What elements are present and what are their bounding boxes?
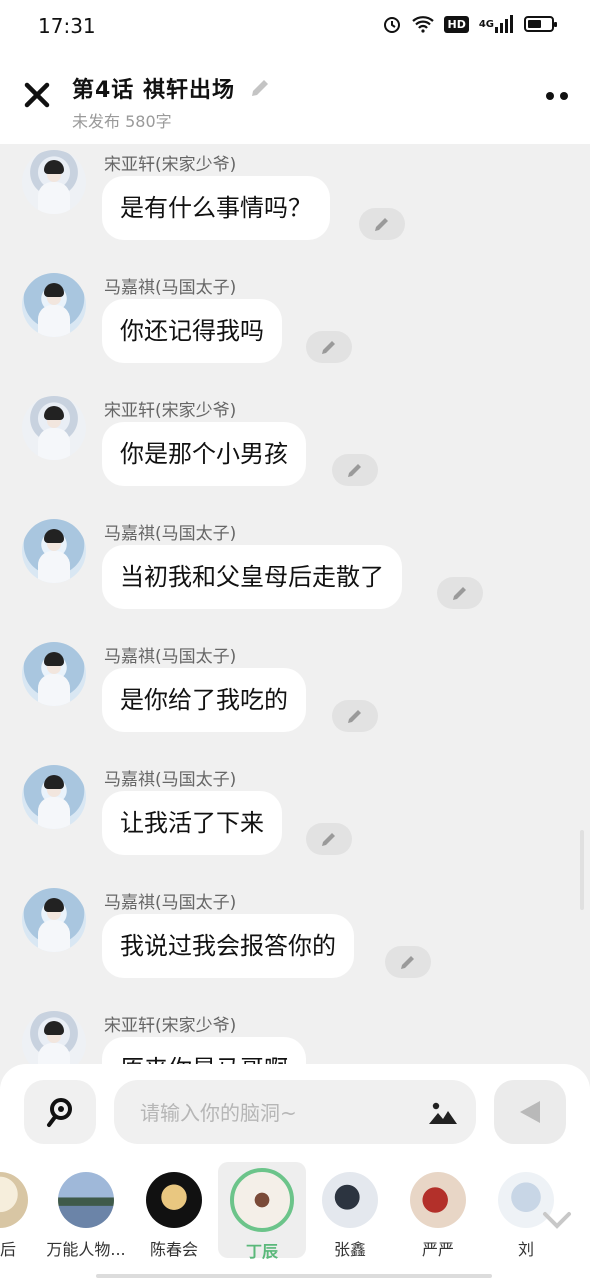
speaker-name: 马嘉祺(马国太子) xyxy=(104,893,237,913)
chat-message: 马嘉祺(马国太子) 让我活了下来 xyxy=(0,759,590,879)
chat-message: 马嘉祺(马国太子) 你还记得我吗 xyxy=(0,267,590,387)
role-name: 万能人物... xyxy=(46,1240,126,1259)
edit-message-button[interactable] xyxy=(359,208,405,240)
role-name: 皇后 xyxy=(0,1240,16,1259)
status-bar: 17:31 HD 4G xyxy=(0,0,590,52)
role-scrollbar[interactable] xyxy=(96,1274,492,1278)
role-name: 张鑫 xyxy=(333,1240,366,1259)
role-item[interactable]: 严严 xyxy=(394,1168,482,1260)
avatar[interactable] xyxy=(22,519,86,583)
chapter-status: 未发布 580字 xyxy=(72,112,172,131)
role-avatar xyxy=(58,1172,114,1228)
page-title: 第4话 祺轩出场 xyxy=(72,78,235,103)
message-bubble[interactable]: 当初我和父皇母后走散了 xyxy=(102,545,402,609)
alarm-icon xyxy=(382,14,402,34)
network-label: 4G xyxy=(478,18,494,30)
avatar[interactable] xyxy=(22,396,86,460)
role-item[interactable]: 张鑫 xyxy=(306,1168,394,1260)
role-avatar xyxy=(0,1172,28,1228)
message-input[interactable] xyxy=(138,1080,422,1146)
insert-image-button[interactable] xyxy=(428,1098,458,1126)
role-name: 陈春会 xyxy=(149,1240,198,1259)
speaker-name: 宋亚轩(宋家少爷) xyxy=(104,1016,237,1036)
avatar[interactable] xyxy=(22,273,86,337)
wifi-icon xyxy=(412,15,435,33)
image-icon xyxy=(429,1102,457,1124)
message-bubble[interactable]: 我说过我会报答你的 xyxy=(102,914,354,978)
battery-icon xyxy=(524,16,557,32)
pencil-icon xyxy=(375,218,388,231)
role-avatar xyxy=(410,1172,466,1228)
edit-message-button[interactable] xyxy=(306,331,352,363)
edit-message-button[interactable] xyxy=(332,700,378,732)
chevron-down-icon[interactable] xyxy=(542,1210,572,1230)
role-avatar xyxy=(322,1172,378,1228)
speaker-name: 马嘉祺(马国太子) xyxy=(104,770,237,790)
chat-list[interactable]: 宋亚轩(宋家少爷) 是有什么事情吗？ 马嘉祺(马国太子) 你还记得我吗 宋亚轩(… xyxy=(0,144,590,1064)
close-button[interactable] xyxy=(20,80,54,114)
speaker-name: 马嘉祺(马国太子) xyxy=(104,647,237,667)
voice-icon xyxy=(47,1098,72,1127)
message-bubble[interactable]: 是你给了我吃的 xyxy=(102,668,306,732)
pencil-icon xyxy=(348,464,361,477)
avatar[interactable] xyxy=(22,150,86,214)
avatar[interactable] xyxy=(22,765,86,829)
message-bubble[interactable]: 你是那个小男孩 xyxy=(102,422,306,486)
header: 第4话 祺轩出场 未发布 580字 xyxy=(0,52,590,144)
message-bubble[interactable]: 你还记得我吗 xyxy=(102,299,282,363)
avatar[interactable] xyxy=(22,888,86,952)
send-icon xyxy=(520,1101,540,1123)
signal-icon: 4G xyxy=(479,15,514,33)
avatar[interactable] xyxy=(22,642,86,706)
chat-message: 马嘉祺(马国太子) 当初我和父皇母后走散了 xyxy=(0,513,590,633)
edit-message-button[interactable] xyxy=(437,577,483,609)
title-row: 第4话 祺轩出场 xyxy=(72,72,271,104)
pencil-icon xyxy=(453,587,466,600)
status-icons: HD 4G xyxy=(382,14,557,34)
speaker-name: 宋亚轩(宋家少爷) xyxy=(104,155,237,175)
role-item-selected[interactable]: 丁辰 xyxy=(218,1162,306,1261)
more-button[interactable] xyxy=(546,92,568,100)
avatar[interactable] xyxy=(22,1011,86,1064)
speaker-name: 宋亚轩(宋家少爷) xyxy=(104,401,237,421)
chat-message: 宋亚轩(宋家少爷) 你是那个小男孩 xyxy=(0,390,590,510)
role-selector[interactable]: 皇后 万能人物... 陈春会 丁辰 张鑫 严严 刘 xyxy=(0,1160,590,1270)
chat-message: 宋亚轩(宋家少爷) 原来你是马哥啊 xyxy=(0,1005,590,1064)
role-avatar xyxy=(230,1168,294,1232)
chat-message: 马嘉祺(马国太子) 我说过我会报答你的 xyxy=(0,882,590,1002)
speaker-name: 马嘉祺(马国太子) xyxy=(104,524,237,544)
role-item[interactable]: 陈春会 xyxy=(130,1168,218,1260)
role-item[interactable]: 皇后 xyxy=(0,1168,44,1260)
pencil-icon xyxy=(348,710,361,723)
role-avatar xyxy=(146,1172,202,1228)
speaker-name: 马嘉祺(马国太子) xyxy=(104,278,237,298)
pencil-icon xyxy=(322,341,335,354)
message-bubble[interactable]: 是有什么事情吗？ xyxy=(102,176,330,240)
send-button[interactable] xyxy=(494,1080,566,1144)
role-name: 严严 xyxy=(421,1240,454,1259)
pencil-icon xyxy=(322,833,335,846)
role-item[interactable]: 万能人物... xyxy=(42,1168,130,1260)
message-input-box[interactable] xyxy=(114,1080,476,1146)
message-bubble[interactable]: 让我活了下来 xyxy=(102,791,282,855)
role-name: 刘 xyxy=(517,1240,534,1259)
edit-title-icon[interactable] xyxy=(249,77,271,99)
pencil-icon xyxy=(401,956,414,969)
edit-message-button[interactable] xyxy=(385,946,431,978)
hd-badge: HD xyxy=(444,15,469,33)
status-time: 17:31 xyxy=(38,14,96,38)
edit-message-button[interactable] xyxy=(306,823,352,855)
chat-message: 马嘉祺(马国太子) 是你给了我吃的 xyxy=(0,636,590,756)
chat-message: 宋亚轩(宋家少爷) 是有什么事情吗？ xyxy=(0,144,590,264)
role-name: 丁辰 xyxy=(245,1242,278,1261)
voice-button[interactable] xyxy=(24,1080,96,1144)
composer: 皇后 万能人物... 陈春会 丁辰 张鑫 严严 刘 xyxy=(0,1064,590,1280)
edit-message-button[interactable] xyxy=(332,454,378,486)
message-bubble[interactable]: 原来你是马哥啊 xyxy=(102,1037,306,1064)
close-icon xyxy=(24,82,50,108)
chat-scrollbar[interactable] xyxy=(580,830,584,910)
